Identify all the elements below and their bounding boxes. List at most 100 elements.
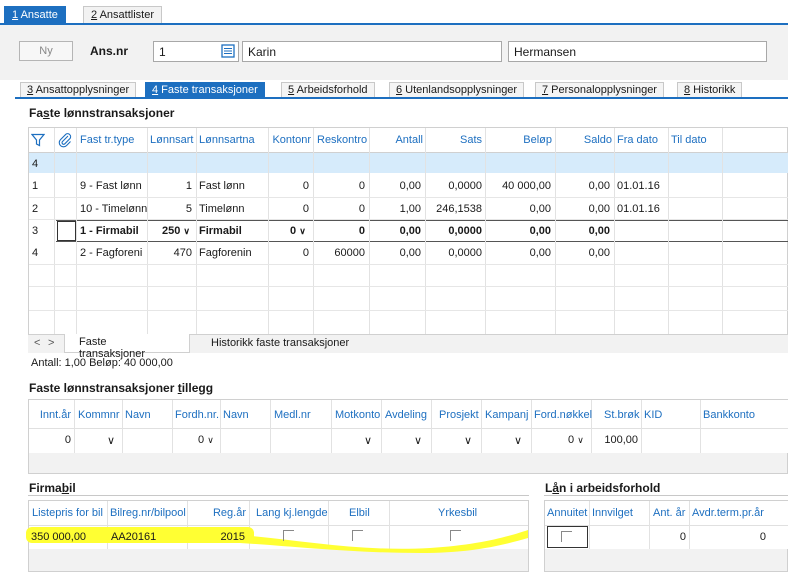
cell-fast-tr-type[interactable]: 2 - Fagforeni <box>80 247 142 259</box>
cell-sats[interactable]: 0,0000 <box>428 225 482 237</box>
tab-ansattlister[interactable]: 2 Ansattlister <box>83 6 162 23</box>
col-header-ford-nokkel[interactable]: Ford.nøkkel <box>534 409 592 421</box>
col-header-til-dato[interactable]: Til dato <box>671 134 707 146</box>
tab-historikk[interactable]: 8 Historikk <box>677 82 743 98</box>
cell-fordh-nr[interactable]: 0 ∨ <box>198 434 214 446</box>
col-header-avdeling[interactable]: Avdeling <box>385 409 427 421</box>
lang-kjorelengde-checkbox[interactable] <box>283 530 294 541</box>
tab-historikk-faste-transaksjoner[interactable]: Historikk faste transaksjoner <box>211 337 349 349</box>
cell-antall[interactable]: 0,00 <box>372 180 421 192</box>
cell-lonnsartnavn[interactable]: Firmabil <box>199 225 242 237</box>
col-header-fra-dato[interactable]: Fra dato <box>617 134 658 146</box>
col-header-kommnr[interactable]: Kommnr <box>78 409 120 421</box>
tab-ansatte[interactable]: 1 Ansatte <box>4 6 66 23</box>
col-header-yrkesbil[interactable]: Yrkesbil <box>438 507 477 519</box>
col-header-elbil[interactable]: Elbil <box>349 507 370 519</box>
col-header-belop[interactable]: Beløp <box>488 134 552 146</box>
cell-sats[interactable]: 0,0000 <box>428 180 482 192</box>
cell-belop[interactable]: 0,00 <box>488 225 551 237</box>
cell-antall[interactable]: 0,00 <box>372 225 421 237</box>
col-header-innt-ar[interactable]: Innt.år <box>31 409 71 421</box>
filter-icon[interactable] <box>30 133 46 147</box>
col-header-kontonr[interactable]: Kontonr <box>270 134 311 146</box>
cell-kontonr[interactable]: 0 ∨ <box>290 225 306 237</box>
cell-avdr-term[interactable]: 0 <box>692 531 766 543</box>
cell-reg-ar[interactable]: 2015 <box>190 531 245 543</box>
col-header-reg-ar[interactable]: Reg.år <box>190 507 246 519</box>
cell-lonnsart[interactable]: 470 <box>150 247 192 259</box>
attachment-icon[interactable] <box>58 132 72 148</box>
cell-fast-tr-type[interactable]: 1 - Firmabil <box>80 225 139 237</box>
cell-lonnsartnavn[interactable]: Timelønn <box>199 203 244 215</box>
dropdown-caret-icon[interactable]: ∨ <box>183 226 190 236</box>
dropdown-caret-icon[interactable]: ∨ <box>207 435 214 445</box>
col-header-bilreg[interactable]: Bilreg.nr/bilpool <box>110 507 186 519</box>
cell-saldo[interactable]: 0,00 <box>558 180 610 192</box>
tab-personalopplysninger[interactable]: 7 Personalopplysninger <box>535 82 664 98</box>
cell-lonnsart[interactable]: 250 ∨ <box>162 225 190 237</box>
last-name-field[interactable]: Hermansen <box>508 41 767 62</box>
prev-tab-arrow-icon[interactable]: < <box>34 337 40 349</box>
cell-kontonr[interactable]: 0 <box>270 180 309 192</box>
yrkesbil-checkbox[interactable] <box>450 530 461 541</box>
col-header-st-brok[interactable]: St.brøk <box>604 409 639 421</box>
cell-listepris[interactable]: 350 000,00 <box>31 531 86 543</box>
col-header-innvilget[interactable]: Innvilget <box>592 507 633 519</box>
list-lookup-icon[interactable] <box>221 43 236 59</box>
cell-ant-ar[interactable]: 0 <box>652 531 686 543</box>
cell-reskontro[interactable]: 0 <box>316 225 365 237</box>
cell-reskontro[interactable]: 60000 <box>316 247 365 259</box>
cell-st-brok[interactable]: 100,00 <box>594 434 638 446</box>
tab-arbeidsforhold[interactable]: 5 Arbeidsforhold <box>281 82 375 98</box>
col-header-prosjekt[interactable]: Prosjekt <box>439 409 479 421</box>
new-button[interactable]: Ny <box>19 41 73 61</box>
cell-antall[interactable]: 1,00 <box>372 203 421 215</box>
cell-ford-nokkel[interactable]: 0 ∨ <box>568 434 584 446</box>
cell-fast-tr-type[interactable]: 9 - Fast lønn <box>80 180 142 192</box>
cell-belop[interactable]: 0,00 <box>488 203 551 215</box>
col-header-fast-tr-type[interactable]: Fast tr.type <box>80 134 134 146</box>
col-header-lonnsart[interactable]: Lønnsart <box>150 134 193 146</box>
cell-belop[interactable]: 0,00 <box>488 247 551 259</box>
first-name-field[interactable]: Karin <box>242 41 502 62</box>
col-header-kampanje[interactable]: Kampanj <box>485 409 528 421</box>
col-header-antall[interactable]: Antall <box>372 134 423 146</box>
col-header-motkonto[interactable]: Motkonto <box>335 409 380 421</box>
row-selector[interactable] <box>57 221 76 241</box>
col-header-saldo[interactable]: Saldo <box>558 134 612 146</box>
cell-sats[interactable]: 246,1538 <box>428 203 482 215</box>
motkonto-dropdown-icon[interactable]: ∨ <box>364 434 372 447</box>
cell-kontonr[interactable]: 0 <box>270 203 309 215</box>
col-header-annuitet[interactable]: Annuitet <box>547 507 587 519</box>
cell-saldo[interactable]: 0,00 <box>558 203 610 215</box>
tab-faste-transaksjoner-grid[interactable]: Faste transaksjoner <box>64 334 190 360</box>
col-header-navn[interactable]: Navn <box>125 409 151 421</box>
cell-bilreg[interactable]: AA20161 <box>111 531 156 543</box>
cell-saldo[interactable]: 0,00 <box>558 247 610 259</box>
cell-fast-tr-type[interactable]: 10 - Timelønn <box>80 203 147 215</box>
dropdown-caret-icon[interactable]: ∨ <box>577 435 584 445</box>
kampanje-dropdown-icon[interactable]: ∨ <box>514 434 522 447</box>
kommnr-dropdown-icon[interactable]: ∨ <box>107 434 115 447</box>
col-header-ant-ar[interactable]: Ant. år <box>653 507 685 519</box>
col-header-medl-nr[interactable]: Medl.nr <box>274 409 311 421</box>
tab-ansattopplysninger[interactable]: 3 Ansattopplysninger <box>20 82 137 98</box>
col-header-kid[interactable]: KID <box>644 409 662 421</box>
col-header-lonnsartnavn[interactable]: Lønnsartna <box>199 134 255 146</box>
col-header-avdr-term[interactable]: Avdr.term.pr.år <box>692 507 764 519</box>
cell-antall[interactable]: 0,00 <box>372 247 421 259</box>
col-header-sats[interactable]: Sats <box>428 134 482 146</box>
prosjekt-dropdown-icon[interactable]: ∨ <box>464 434 472 447</box>
avdeling-dropdown-icon[interactable]: ∨ <box>414 434 422 447</box>
cell-belop[interactable]: 40 000,00 <box>488 180 551 192</box>
cell-lonnsartnavn[interactable]: Fast lønn <box>199 180 245 192</box>
cell-fra-dato[interactable]: 01.01.16 <box>617 203 660 215</box>
cell-innt-ar[interactable]: 0 <box>31 434 71 446</box>
tab-faste-transaksjoner[interactable]: 4 Faste transaksjoner <box>145 82 265 98</box>
col-header-lang-kjorelengde[interactable]: Lang kj.lengde <box>256 507 328 519</box>
cell-reskontro[interactable]: 0 <box>316 180 365 192</box>
cell-lonnsartnavn[interactable]: Fagforenin <box>199 247 252 259</box>
cell-fra-dato[interactable]: 01.01.16 <box>617 180 660 192</box>
cell-lonnsart[interactable]: 1 <box>150 180 192 192</box>
col-header-fordh-nr[interactable]: Fordh.nr. <box>175 409 219 421</box>
